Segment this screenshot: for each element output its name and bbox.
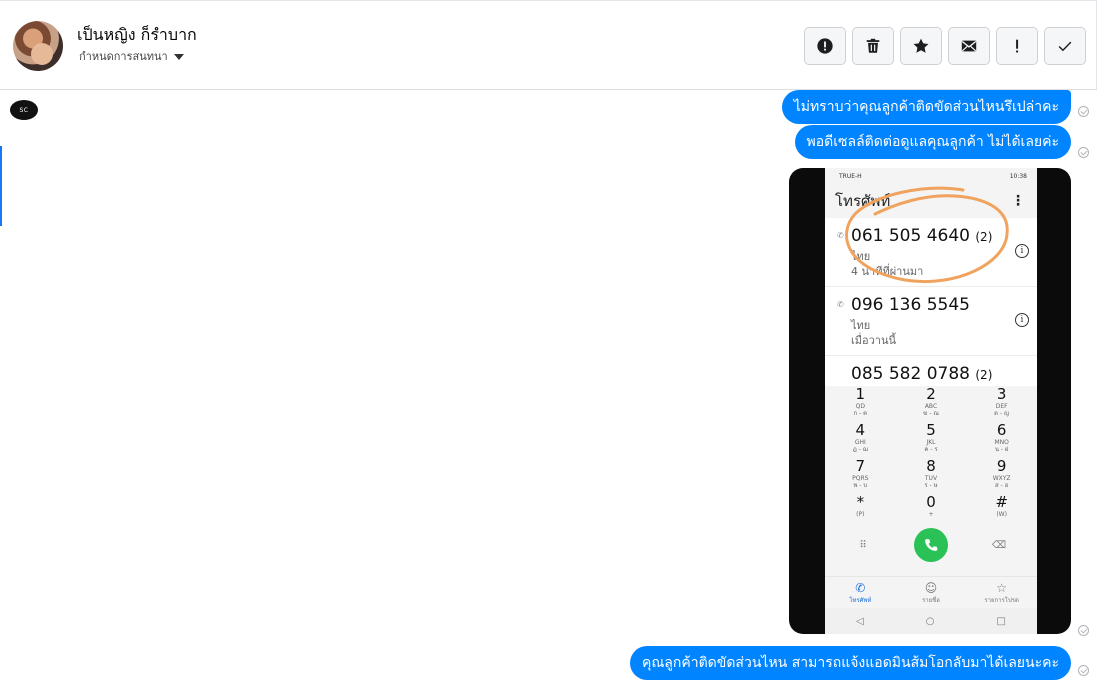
- info-icon: i: [1015, 244, 1029, 258]
- mark-done-button[interactable]: [1044, 27, 1086, 65]
- key-hash: # (W): [995, 493, 1008, 519]
- mark-spam-button[interactable]: [804, 27, 846, 65]
- message-bubble[interactable]: พอดีเซลล์ติดต่อดูแลคุณลูกค้า ไม่ได้เลยค่…: [794, 125, 1071, 159]
- delivered-check-icon: [1078, 147, 1089, 158]
- dial-keypad: 1 QD ก - ฅ 2 ABC ฆ - ณ 3 DEF ด - ญ 4 GHI ฎ -…: [825, 386, 1037, 576]
- call-number: 085 582 0788: [851, 364, 970, 384]
- call-location: ไทย: [851, 319, 871, 332]
- delivered-check-icon: [1078, 665, 1089, 676]
- back-icon: ◁: [856, 615, 864, 627]
- message-thread[interactable]: SC ไม่ทราบว่าคุณลูกค้าติดขัดส่วนไหนรึเปล…: [0, 90, 1097, 681]
- phone-status-bar: TRUE-H 10:38: [825, 168, 1037, 184]
- recents-icon: □: [996, 615, 1006, 627]
- message-bubble[interactable]: ไม่ทราบว่าคุณลูกค้าติดขัดส่วนไหนรึเปล่าค…: [781, 90, 1071, 124]
- contacts-icon: ☺: [924, 580, 938, 595]
- keypad-row: 4 GHI ฎ - ฌ 5 JKL ค - ร 6 MNO น - ฝ: [825, 422, 1037, 458]
- key-2: 2 ABC ฆ - ณ: [922, 385, 939, 418]
- key-star: * (P): [856, 493, 865, 519]
- call-button: [914, 528, 948, 562]
- favorites-tab: ☆ รายการโปรด: [972, 581, 1032, 605]
- delivered-check-icon: [1078, 106, 1089, 117]
- call-count: (2): [975, 368, 993, 382]
- phone-tab: ✆ โทรศัพท์: [830, 581, 890, 605]
- annotation-circle: [845, 186, 1009, 283]
- carrier-label: TRUE-H: [839, 172, 862, 180]
- key-9: 9 WXYZ ส - ฮ: [992, 457, 1011, 490]
- message-bubble[interactable]: คุณลูกค้าติดขัดส่วนไหน สามารถแจ้งแอดมินส…: [629, 646, 1071, 680]
- dial-actions: ⠿ ⌫: [825, 528, 1037, 562]
- key-5: 5 JKL ค - ร: [924, 421, 938, 454]
- phone-screenshot: TRUE-H 10:38 โทรศัพท์ ⋮ ✆ 061 505 4640 (…: [825, 168, 1037, 634]
- contact-name[interactable]: เป็นหญิง ก็รำบาก: [77, 23, 197, 48]
- contacts-tab: ☺ รายชื่อ: [901, 581, 961, 605]
- priority-button[interactable]: [996, 27, 1038, 65]
- info-icon: i: [1015, 313, 1029, 327]
- android-nav-bar: ◁ ○ □: [825, 608, 1037, 634]
- conversation-toolbar: [804, 27, 1086, 65]
- call-time: เมื่อวานนี้: [851, 334, 897, 347]
- delivered-check-icon: [1078, 625, 1089, 636]
- call-log-entry: ✆ 096 136 5545 ไทยเมื่อวานนี้ i: [825, 287, 1037, 356]
- phone-outgoing-icon: ✆: [837, 300, 844, 309]
- mark-unread-button[interactable]: [948, 27, 990, 65]
- image-attachment[interactable]: TRUE-H 10:38 โทรศัพท์ ⋮ ✆ 061 505 4640 (…: [789, 168, 1071, 634]
- clock-label: 10:38: [1009, 172, 1027, 180]
- check-icon: [1058, 41, 1072, 52]
- trash-icon: [866, 38, 880, 53]
- page-avatar: SC: [10, 100, 38, 120]
- phone-icon: [925, 539, 938, 551]
- backspace-icon: ⌫: [991, 539, 1007, 551]
- home-icon: ○: [925, 615, 935, 627]
- key-0: 0 +: [926, 493, 936, 519]
- call-number: 096 136 5545: [851, 295, 970, 315]
- exclamation-icon: [1016, 39, 1019, 53]
- keypad-toggle-icon: ⠿: [859, 539, 867, 551]
- selection-indicator: [0, 146, 2, 226]
- key-7: 7 PQRS พ - บ: [852, 457, 869, 490]
- caret-down-icon: [173, 53, 184, 60]
- key-4: 4 GHI ฎ - ฌ: [852, 421, 868, 454]
- mail-icon: [961, 40, 977, 52]
- keypad-row: 7 PQRS พ - บ 8 TUV ร - ษ 9 WXYZ ส - ฮ: [825, 458, 1037, 494]
- follow-up-button[interactable]: [900, 27, 942, 65]
- key-3: 3 DEF ด - ญ: [994, 385, 1010, 418]
- conversation-status-label: กำหนดการสนทนา: [79, 50, 168, 63]
- star-icon: [913, 38, 929, 53]
- alert-circle-icon: [817, 38, 833, 54]
- key-1: 1 QD ก - ฅ: [853, 385, 868, 418]
- contact-avatar[interactable]: [13, 21, 63, 71]
- conversation-header: เป็นหญิง ก็รำบาก กำหนดการสนทนา: [0, 0, 1097, 90]
- phone-tab-icon: ✆: [855, 580, 866, 595]
- conversation-status-dropdown[interactable]: กำหนดการสนทนา: [79, 47, 184, 65]
- key-8: 8 TUV ร - ษ: [924, 457, 938, 490]
- phone-tab-bar: ✆ โทรศัพท์ ☺ รายชื่อ ☆ รายการโปรด: [825, 576, 1037, 608]
- delete-button[interactable]: [852, 27, 894, 65]
- key-6: 6 MNO น - ฝ: [994, 421, 1009, 454]
- keypad-row: 1 QD ก - ฅ 2 ABC ฆ - ณ 3 DEF ด - ญ: [825, 386, 1037, 422]
- star-outline-icon: ☆: [996, 580, 1008, 595]
- keypad-row: * (P) 0 + # (W): [825, 494, 1037, 530]
- more-options-icon: ⋮: [1011, 193, 1025, 209]
